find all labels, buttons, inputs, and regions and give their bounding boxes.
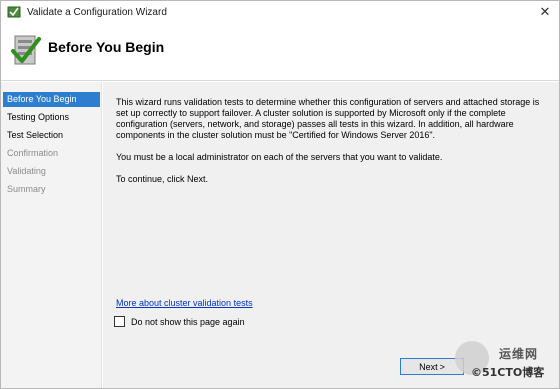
wizard-window: Validate a Configuration Wizard ✕ Before… [0,0,560,389]
step-confirmation: Confirmation [7,148,59,158]
page-title: Before You Begin [48,39,165,55]
dont-show-again-label[interactable]: Do not show this page again [131,317,245,327]
step-summary: Summary [7,184,46,194]
window-title: Validate a Configuration Wizard [27,6,167,18]
admin-note: You must be a local administrator on eac… [116,152,443,162]
wizard-steps-sidebar: Before You Begin Testing Options Test Se… [1,82,102,388]
close-icon: ✕ [539,4,551,19]
watermark-top-text: 运维网 [499,347,539,361]
cluster-validate-icon [7,6,21,18]
watermark: 运维网 ©51CTO博客 [441,341,560,389]
wizard-header: Before You Begin [1,23,559,81]
dont-show-again-checkbox[interactable] [114,316,125,327]
continue-note: To continue, click Next. [116,174,209,184]
step-test-selection[interactable]: Test Selection [3,128,100,143]
wizard-checkmark-icon [11,35,41,65]
step-before-you-begin[interactable]: Before You Begin [3,92,100,107]
close-button[interactable]: ✕ [537,4,553,20]
watermark-bottom-text: ©51CTO博客 [471,366,545,379]
title-bar: Validate a Configuration Wizard ✕ [1,1,559,23]
dont-show-again-row[interactable]: Do not show this page again [114,316,245,327]
next-button-label: Next [419,361,438,372]
step-validating: Validating [7,166,46,176]
step-testing-options[interactable]: Testing Options [3,110,100,125]
intro-text: This wizard runs validation tests to det… [116,97,540,140]
cluster-validation-link[interactable]: More about cluster validation tests [116,298,253,308]
